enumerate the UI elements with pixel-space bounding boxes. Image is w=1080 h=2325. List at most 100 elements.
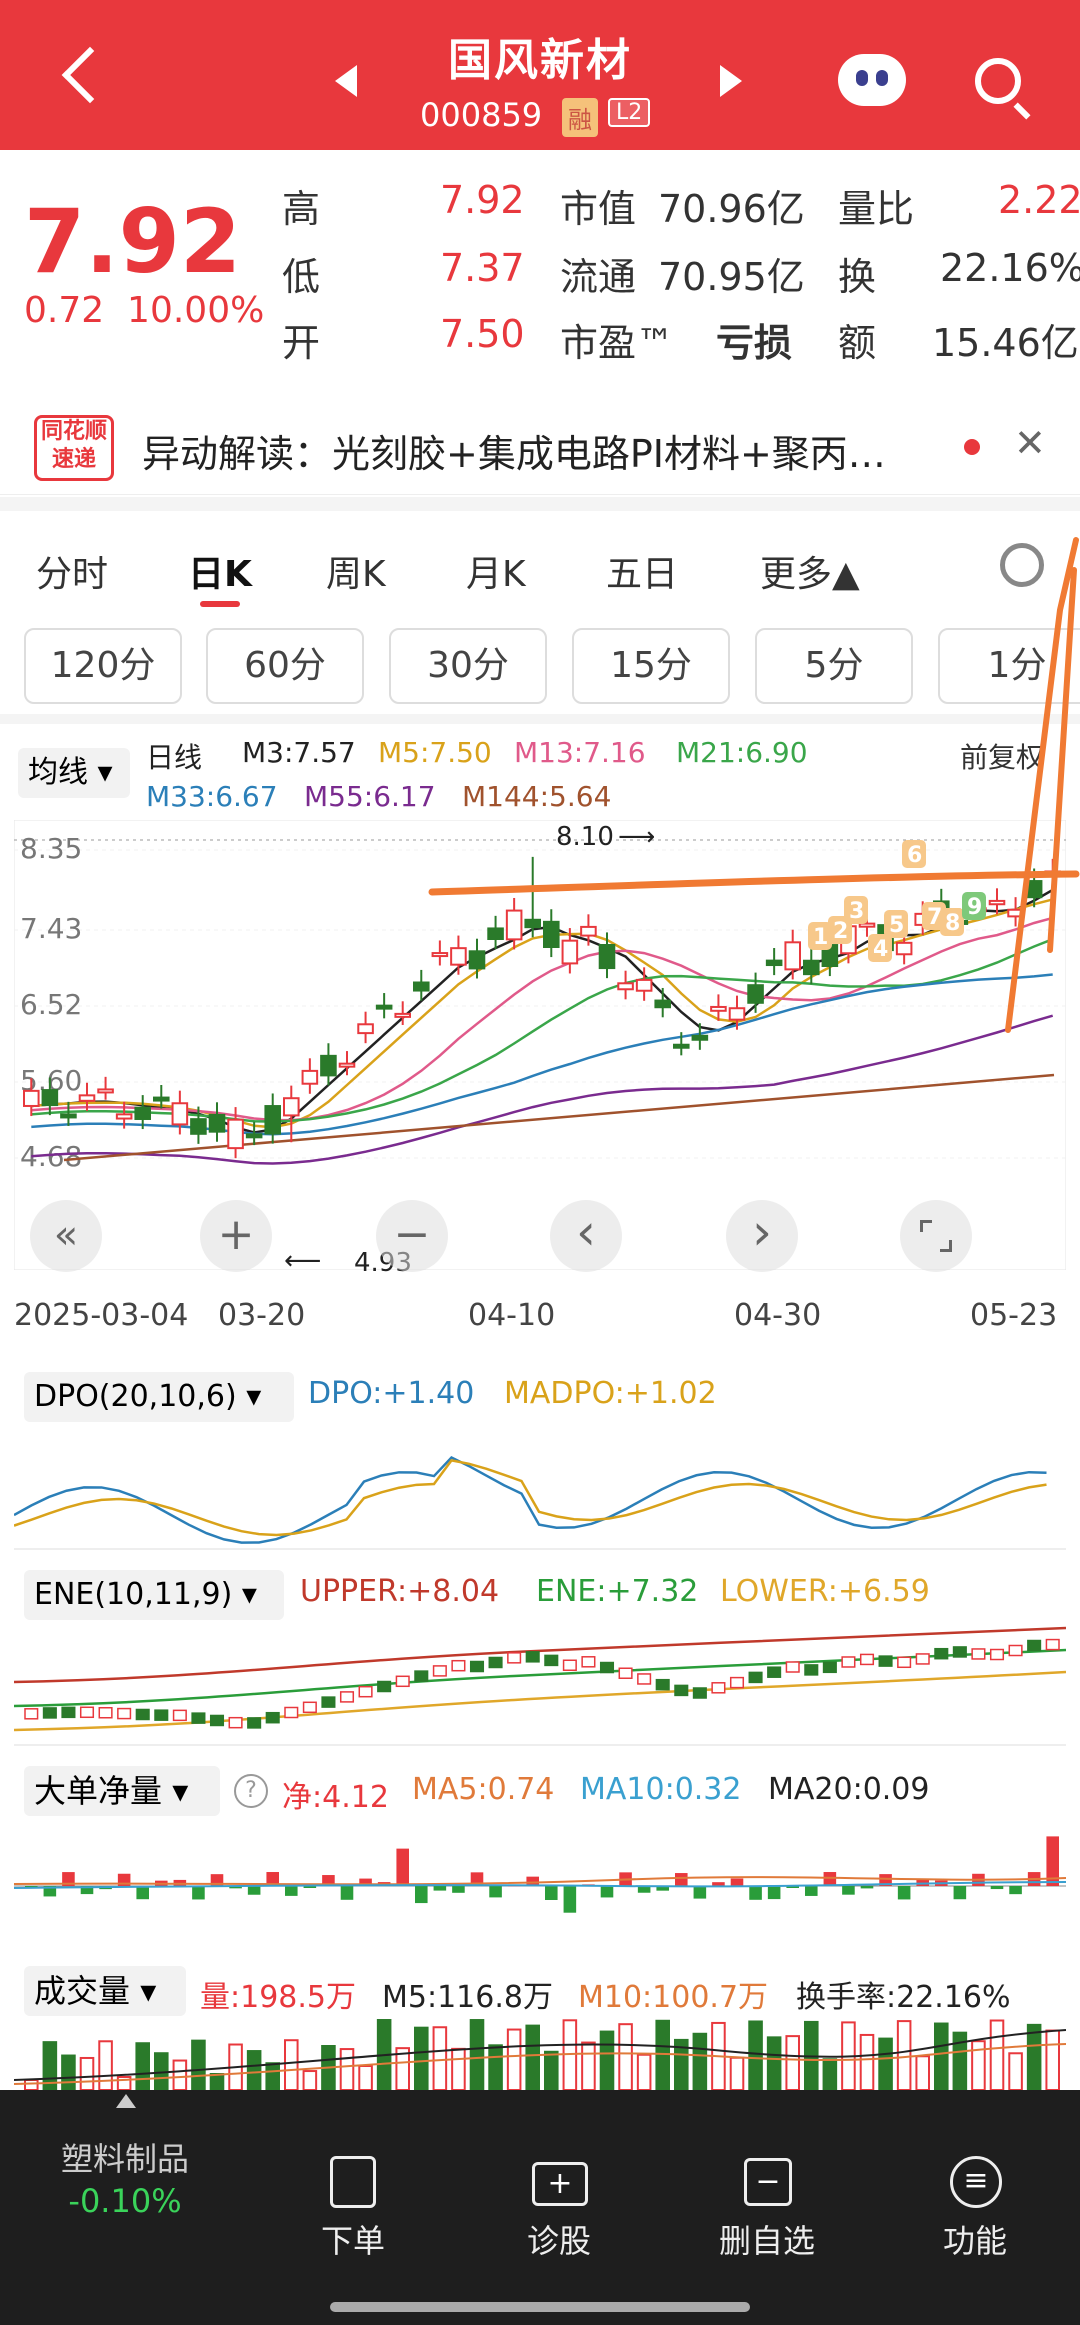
close-icon[interactable]: ✕ [1014, 421, 1046, 465]
volume-chart [14, 2019, 1066, 2090]
date-label-end: 05-23 [970, 1298, 1058, 1333]
date-label: 03-20 [218, 1298, 306, 1333]
bigorder-bar [990, 1886, 1004, 1890]
bigorder-selector[interactable]: 大单净量 ▾ [24, 1766, 220, 1816]
zoom-out-button[interactable]: − [376, 1200, 448, 1272]
market-cap-value: 70.96亿 [658, 187, 805, 231]
open-value: 7.50 [440, 312, 525, 356]
bigorder-bar [730, 1878, 744, 1886]
stock-name: 国风新材 [448, 35, 632, 86]
volume-bar [339, 2048, 355, 2090]
volume-bar [24, 2079, 39, 2090]
candle-body [190, 1118, 207, 1135]
volume-bar [989, 2019, 1005, 2090]
volume-bar [915, 2055, 931, 2090]
robot-assistant-icon[interactable] [838, 54, 906, 106]
candle-body [97, 1088, 114, 1094]
volume-bar [525, 2024, 541, 2090]
divider [0, 497, 1080, 511]
turnover-label: 换 [838, 255, 877, 299]
volume-bar [859, 2033, 875, 2090]
candle-body [60, 1113, 77, 1119]
float-cap-label: 流通 [560, 255, 637, 299]
bigorder-bar [953, 1886, 967, 1900]
fullscreen-icon[interactable] [900, 1200, 972, 1272]
bigorder-bar [842, 1886, 855, 1895]
ene-candle [655, 1678, 670, 1691]
volume-bar [581, 2041, 596, 2090]
zoom-in-button[interactable]: + [200, 1200, 272, 1272]
float-cap-value: 70.95亿 [658, 255, 805, 299]
ene-candle [302, 1701, 317, 1714]
market-cap-label: 市值 [560, 187, 637, 231]
bigorder-bar [285, 1886, 298, 1896]
ene-candle [748, 1671, 763, 1684]
volume-bar [246, 2050, 262, 2090]
bigorder-bar [545, 1886, 558, 1900]
function-button[interactable]: 功能 [900, 2216, 1050, 2262]
candle-body [134, 1106, 152, 1120]
turnover-value: 22.16% [940, 246, 1080, 290]
ene-candle [98, 1706, 113, 1719]
ene-candle [79, 1706, 95, 1719]
bigorder-bar [1009, 1886, 1022, 1895]
candle-body [78, 1094, 96, 1102]
candle-body [115, 1113, 133, 1120]
ene-candle [544, 1654, 559, 1667]
ene-upper-value: UPPER:+8.04 [300, 1574, 500, 1609]
low-value: 7.37 [440, 246, 525, 290]
volume-bar [98, 2040, 113, 2090]
next-stock-icon[interactable] [720, 65, 742, 97]
ene-selector[interactable]: ENE(10,11,9) ▾ [24, 1570, 284, 1620]
stock-code: 000859 [420, 96, 543, 134]
dpo-selector[interactable]: DPO(20,10,6) ▾ [24, 1372, 294, 1422]
bigorder-ma5: MA5:0.74 [412, 1772, 555, 1807]
collapse-icon[interactable]: « [30, 1200, 102, 1272]
remove-watchlist-button[interactable]: 删自选 [692, 2216, 842, 2262]
scroll-right-button[interactable]: › [726, 1200, 798, 1272]
volume-selector[interactable]: 成交量 ▾ [24, 1966, 186, 2016]
ene-candle [878, 1655, 893, 1667]
diagnose-button[interactable]: 诊股 [484, 2216, 634, 2262]
low-arrow-icon: ⟵ [284, 1246, 322, 1276]
ene-candle [729, 1676, 745, 1689]
candle-body [320, 1054, 337, 1077]
ene-candle [767, 1666, 782, 1678]
unread-dot-icon [964, 439, 980, 455]
candle-body [338, 1062, 356, 1068]
search-icon[interactable] [975, 58, 1021, 104]
news-bar[interactable]: 同花顺 速递 异动解读：光刻胶+集成电路PI材料+聚丙… ✕ [0, 395, 1080, 495]
volume-bar [451, 2047, 466, 2090]
scroll-left-button[interactable]: ‹ [550, 1200, 622, 1272]
madpo-line [14, 1459, 1047, 1537]
candle-body [41, 1089, 59, 1107]
ene-candle [692, 1687, 707, 1699]
ene-chart [14, 1626, 1066, 1746]
volume-bar [729, 2056, 745, 2090]
ene-candle [117, 1707, 132, 1720]
madpo-value: MADPO:+1.02 [504, 1376, 717, 1411]
sector-name[interactable]: 塑料制品 [40, 2134, 210, 2180]
bigorder-bar [396, 1848, 409, 1886]
date-label: 04-30 [734, 1298, 822, 1333]
volume-bar [785, 2035, 801, 2090]
ene-lower-line [14, 1670, 1066, 1732]
candle-body [227, 1118, 244, 1150]
candle-body [301, 1069, 319, 1085]
margin-badge: 融 [562, 98, 598, 137]
ene-candle [599, 1661, 615, 1674]
bigorder-bar [340, 1886, 354, 1900]
bigorder-bar [823, 1872, 837, 1886]
bigorder-bar [749, 1886, 762, 1900]
ene-candle [581, 1656, 596, 1668]
order-button[interactable]: 下单 [278, 2216, 428, 2262]
help-icon[interactable]: ? [234, 1774, 268, 1808]
pe-label: 市盈™ [560, 321, 675, 365]
bigorder-ma20: MA20:0.09 [768, 1772, 930, 1807]
expand-up-icon[interactable] [116, 2094, 136, 2108]
volume-bar [878, 2037, 893, 2090]
news-text[interactable]: 异动解读：光刻胶+集成电路PI材料+聚丙… [142, 423, 886, 478]
volume-bar [1026, 2023, 1042, 2090]
bigorder-bar [860, 1886, 874, 1889]
ene-mid-value: ENE:+7.32 [536, 1574, 699, 1609]
